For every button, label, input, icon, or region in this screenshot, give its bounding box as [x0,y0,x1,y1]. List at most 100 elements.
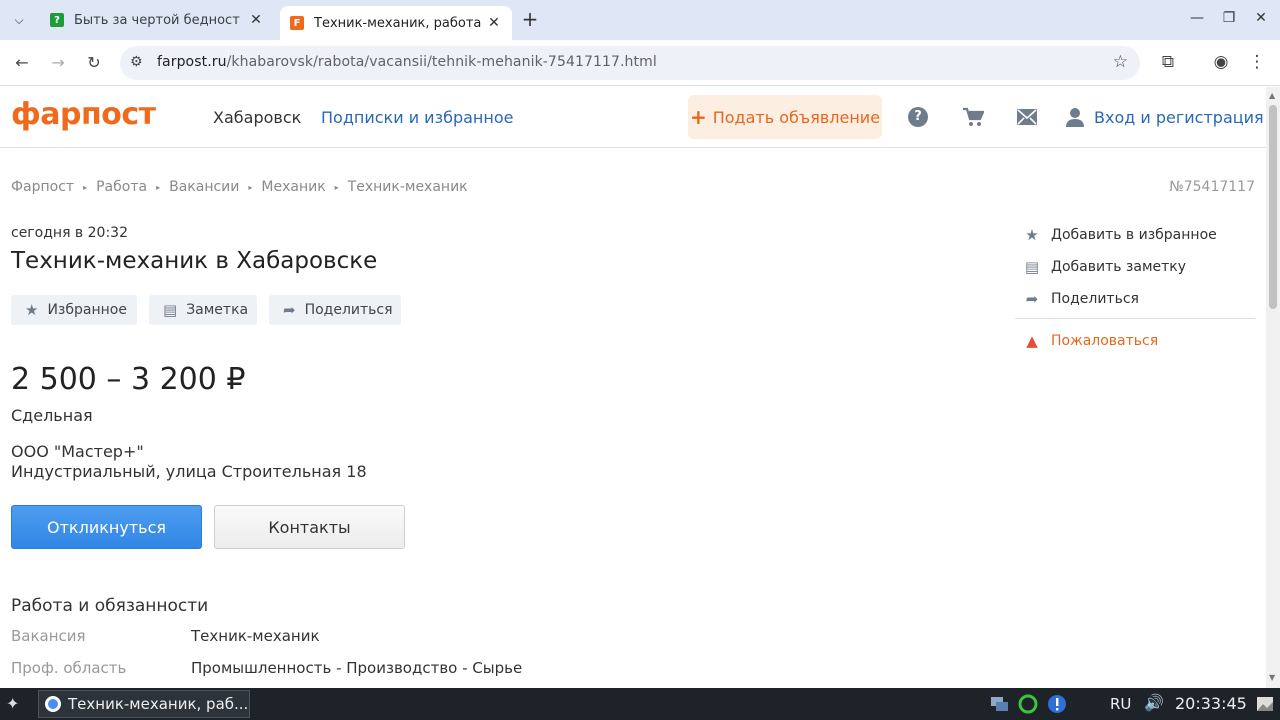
sidebar-add-favorite[interactable]: ★ Добавить в избранное [1024,226,1217,244]
share-arrow-icon: ➦ [1025,290,1039,308]
share-label: Поделиться [304,302,393,318]
share-button[interactable]: ➦ Поделиться [269,295,401,325]
browser-toolbar: ← → ↻ ⚙ farpost.ru/khabarovsk/rabota/vac… [0,40,1280,86]
question-favicon-icon: ? [50,13,64,27]
address-bar[interactable]: ⚙ farpost.ru/khabarovsk/rabota/vacansii/… [120,46,1140,80]
breadcrumb-separator-icon: ▸ [334,182,339,192]
url-path: /khabarovsk/rabota/vacansii/tehnik-mehan… [226,54,657,70]
star-icon: ★ [1025,226,1039,244]
sidebar-add-note[interactable]: ▤ Добавить заметку [1024,258,1186,276]
ad-date: сегодня в 20:32 [11,225,128,241]
sidebar-item-label: Пожаловаться [1051,333,1159,349]
forward-arrow-icon[interactable]: → [47,52,69,74]
scroll-down-icon[interactable]: ▼ [1269,673,1275,682]
breadcrumb-item[interactable]: Фарпост [11,179,74,195]
company-name: ООО "Мастер+" [11,442,144,461]
extensions-icon[interactable]: ⧉ [1157,52,1179,72]
minimize-icon[interactable]: — [1187,10,1207,26]
section-title: Работа и обязанности [11,596,209,616]
farpost-logo[interactable]: фарпост [11,97,156,132]
city-selector[interactable]: Хабаровск [213,108,301,127]
sidebar-item-label: Поделиться [1051,291,1139,307]
scroll-up-icon[interactable]: ▲ [1269,91,1275,100]
property-label: Вакансия [11,627,86,645]
profile-icon[interactable]: ◉ [1210,52,1232,72]
note-icon: ▤ [1024,258,1040,276]
sidebar-item-label: Добавить заметку [1051,259,1187,275]
close-icon[interactable]: ✕ [248,12,264,28]
network-icon[interactable] [989,694,1009,714]
breadcrumb-item[interactable]: Механик [261,179,325,195]
site-info-icon[interactable]: ⚙ [130,54,143,70]
volume-icon[interactable]: 🔊 [1144,693,1164,712]
note-label: Заметка [186,302,249,318]
sidebar-divider [1015,318,1255,319]
url-text[interactable]: farpost.ru/khabarovsk/rabota/vacansii/te… [157,54,657,70]
page-scrollbar[interactable]: ▲ ▼ [1266,87,1280,688]
show-desktop-icon[interactable] [1255,694,1275,714]
update-status-icon[interactable] [1018,694,1038,714]
respond-button[interactable]: Откликнуться [11,505,202,549]
taskbar-window-title: Техник-механик, раб... [68,695,249,713]
sidebar-complain[interactable]: ▲ Пожаловаться [1024,332,1158,350]
favorite-label: Избранное [47,302,127,318]
window-close-icon[interactable]: ✕ [1251,10,1271,26]
plus-icon: + [689,105,707,129]
tab-title: Быть за чертой бедност [74,12,240,28]
start-menu-icon[interactable]: ✦ [6,694,19,713]
favorite-button[interactable]: ★ Избранное [11,295,137,325]
cart-icon[interactable] [962,107,984,127]
reload-icon[interactable]: ↻ [83,52,105,74]
notification-icon[interactable] [1047,694,1067,714]
keyboard-layout[interactable]: RU [1110,695,1131,713]
tab-active[interactable]: F Техник-механик, работа ✕ [280,6,512,40]
os-taskbar: ✦ Техник-механик, раб... RU 🔊 20:33:45 [0,688,1280,720]
site-header: фарпост Хабаровск Подписки и избранное +… [0,87,1266,148]
close-icon[interactable]: ✕ [486,15,502,31]
salary: 2 500 – 3 200 ₽ [11,362,246,397]
tab-title: Техник-механик, работа [314,15,482,31]
tab-search-chevron-icon[interactable]: ⌵ [6,8,32,32]
property-label: Проф. область [11,659,127,677]
login-link[interactable]: Вход и регистрация [1094,108,1264,127]
sidebar-share[interactable]: ➦ Поделиться [1024,290,1139,308]
breadcrumb-separator-icon: ▸ [83,182,88,192]
subscriptions-link[interactable]: Подписки и избранное [321,108,513,127]
contacts-button[interactable]: Контакты [214,505,405,549]
property-value: Техник-механик [191,627,320,645]
help-icon[interactable]: ? [908,107,928,127]
breadcrumb: Фарпост ▸ Работа ▸ Вакансии ▸ Механик ▸ … [11,179,468,195]
tab-inactive[interactable]: ? Быть за чертой бедност ✕ [40,6,274,34]
breadcrumb-item[interactable]: Техник-механик [348,179,468,195]
scroll-thumb[interactable] [1269,105,1277,309]
browser-tab-strip: ⌵ ? Быть за чертой бедност ✕ F Техник-ме… [0,0,1280,40]
note-icon: ▤ [163,301,178,319]
breadcrumb-item[interactable]: Вакансии [169,179,239,195]
farpost-favicon-icon: F [290,16,304,30]
company-address: Индустриальный, улица Строительная 18 [11,462,367,481]
breadcrumb-item[interactable]: Работа [96,179,147,195]
warning-icon: ▲ [1026,332,1038,350]
pay-type: Сдельная [11,406,93,425]
mail-icon[interactable] [1017,109,1037,125]
new-tab-icon[interactable]: + [518,8,542,32]
bookmark-star-icon[interactable]: ☆ [1113,52,1128,72]
taskbar-window-button[interactable]: Техник-механик, раб... [38,690,250,718]
back-arrow-icon[interactable]: ← [11,52,33,74]
share-arrow-icon: ➦ [283,301,296,319]
ad-number: №75417117 [1169,179,1255,195]
post-ad-button[interactable]: + Подать объявление [688,95,882,139]
note-button[interactable]: ▤ Заметка [149,295,257,325]
clock[interactable]: 20:33:45 [1175,694,1247,713]
restore-icon[interactable]: ❐ [1219,10,1239,26]
url-host: farpost.ru [157,54,227,70]
sidebar-item-label: Добавить в избранное [1051,227,1217,243]
star-icon: ★ [25,301,39,319]
breadcrumb-separator-icon: ▸ [156,182,161,192]
user-icon[interactable] [1066,107,1084,127]
post-ad-label: Подать объявление [712,107,881,127]
chrome-icon [45,696,61,712]
property-value: Промышленность - Производство - Сырье [191,659,523,677]
menu-dots-icon[interactable]: ⋮ [1246,52,1268,72]
breadcrumb-separator-icon: ▸ [248,182,253,192]
